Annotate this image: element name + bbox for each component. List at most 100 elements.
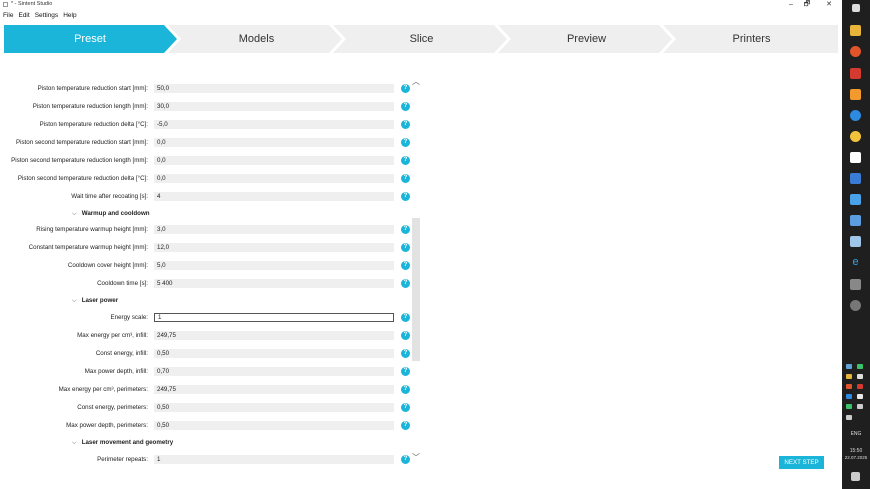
edge-icon[interactable]: e [850,257,861,268]
setting-row: Max energy per cm³, perimeters: 249,75 ? [0,384,420,395]
clock-date[interactable]: 22.07.2025 [842,455,870,460]
setting-input[interactable]: 5 400 [154,279,394,288]
firefox-icon[interactable] [850,46,861,57]
setting-input[interactable]: 0,0 [154,138,394,147]
setting-label: Max energy per cm³, infill: [77,332,148,339]
help-icon[interactable]: ? [401,174,410,183]
tray-icon[interactable] [846,364,852,369]
setting-input[interactable]: 249,75 [154,331,394,340]
help-icon[interactable]: ? [401,261,410,270]
app-icon[interactable] [850,215,861,226]
tray-icon[interactable] [846,374,852,379]
help-icon[interactable]: ? [401,84,410,93]
setting-input[interactable]: 4 [154,192,394,201]
help-icon[interactable]: ? [401,138,410,147]
setting-input[interactable]: 0,50 [154,349,394,358]
energy-scale-input[interactable]: 1 [154,313,394,322]
setting-label: Perimeter repeats: [97,456,148,463]
help-icon[interactable]: ? [401,331,410,340]
setting-input[interactable]: 30,0 [154,102,394,111]
menu-edit[interactable]: Edit [18,11,29,21]
setting-input[interactable]: -5,0 [154,120,394,129]
minimize-button[interactable]: – [784,0,798,10]
menu-settings[interactable]: Settings [35,11,59,21]
setting-input[interactable]: 50,0 [154,84,394,93]
help-icon[interactable]: ? [401,192,410,201]
help-icon[interactable]: ? [401,421,410,430]
setting-input[interactable]: 0,50 [154,421,394,430]
app-icon[interactable] [850,173,861,184]
clock-time[interactable]: 15:50 [842,448,870,454]
scroll-up-icon[interactable]: ︿ [412,76,420,87]
setting-row: Energy scale: 1 ? [0,312,420,323]
app-icon[interactable] [850,279,861,290]
step-printers[interactable]: Printers [669,25,834,53]
app-icon [3,2,8,7]
app-icon[interactable] [850,110,861,121]
help-icon[interactable]: ? [401,367,410,376]
help-icon[interactable]: ? [401,120,410,129]
help-icon[interactable]: ? [401,313,410,322]
setting-input[interactable]: 249,75 [154,385,394,394]
app-icon[interactable] [850,68,861,79]
setting-input[interactable]: 0,0 [154,174,394,183]
maximize-button[interactable]: 🗗 [800,0,814,10]
app-icon[interactable] [850,300,861,311]
help-icon[interactable]: ? [401,455,410,464]
help-icon[interactable]: ? [401,156,410,165]
help-icon[interactable]: ? [401,403,410,412]
section-laser-movement[interactable]: ⌵ Laser movement and geometry [72,437,173,448]
scrollbar-thumb[interactable] [412,218,420,361]
tray-icon[interactable] [857,384,863,389]
setting-label: Piston second temperature reduction delt… [17,175,148,182]
setting-row: Piston temperature reduction delta [°C]:… [0,119,420,130]
tray-icon[interactable] [857,374,863,379]
help-icon[interactable]: ? [401,243,410,252]
step-slice[interactable]: Slice [339,25,504,53]
help-icon[interactable]: ? [401,385,410,394]
app-icon[interactable] [850,89,861,100]
app-icon[interactable] [850,131,861,142]
scroll-down-icon[interactable]: ﹀ [412,452,420,463]
step-preset[interactable]: Preset [4,25,176,53]
section-title: Warmup and cooldown [81,210,150,217]
close-button[interactable]: ✕ [822,0,836,10]
setting-label: Max energy per cm³, perimeters: [58,386,148,393]
setting-label: Const energy, perimeters: [77,404,148,411]
setting-input[interactable]: 0,0 [154,156,394,165]
app-icon[interactable] [850,236,861,247]
setting-label: Wait time after recoating [s]: [71,193,148,200]
setting-input[interactable]: 0,50 [154,403,394,412]
setting-input[interactable]: 3,0 [154,225,394,234]
tray-icon[interactable] [846,404,852,409]
section-laser-power[interactable]: ⌵ Laser power [72,295,118,306]
volume-icon[interactable] [846,415,852,420]
language-indicator[interactable]: ENG [842,431,870,437]
setting-row: Piston second temperature reduction leng… [0,155,420,166]
setting-input[interactable]: 12,0 [154,243,394,252]
file-explorer-icon[interactable] [850,25,861,36]
setting-input[interactable]: 0,70 [154,367,394,376]
tray-icon[interactable] [846,384,852,389]
network-icon[interactable] [857,404,863,409]
start-icon[interactable] [852,4,860,12]
next-step-button[interactable]: NEXT STEP [779,456,824,469]
setting-input[interactable]: 5,0 [154,261,394,270]
setting-input[interactable]: 1 [154,455,394,464]
help-icon[interactable]: ? [401,279,410,288]
tray-icon[interactable] [857,394,863,399]
help-icon[interactable]: ? [401,102,410,111]
step-preview[interactable]: Preview [504,25,669,53]
help-icon[interactable]: ? [401,349,410,358]
bluetooth-icon[interactable] [846,394,852,399]
document-icon[interactable] [850,152,861,163]
app-icon[interactable] [850,194,861,205]
setting-row: Max energy per cm³, infill: 249,75 ? [0,330,420,341]
menu-help[interactable]: Help [63,11,76,21]
section-warmup-cooldown[interactable]: ⌵ Warmup and cooldown [72,208,150,219]
menu-file[interactable]: File [3,11,13,21]
notification-icon[interactable] [851,472,860,481]
tray-icon[interactable] [857,364,863,369]
step-models[interactable]: Models [174,25,339,53]
help-icon[interactable]: ? [401,225,410,234]
